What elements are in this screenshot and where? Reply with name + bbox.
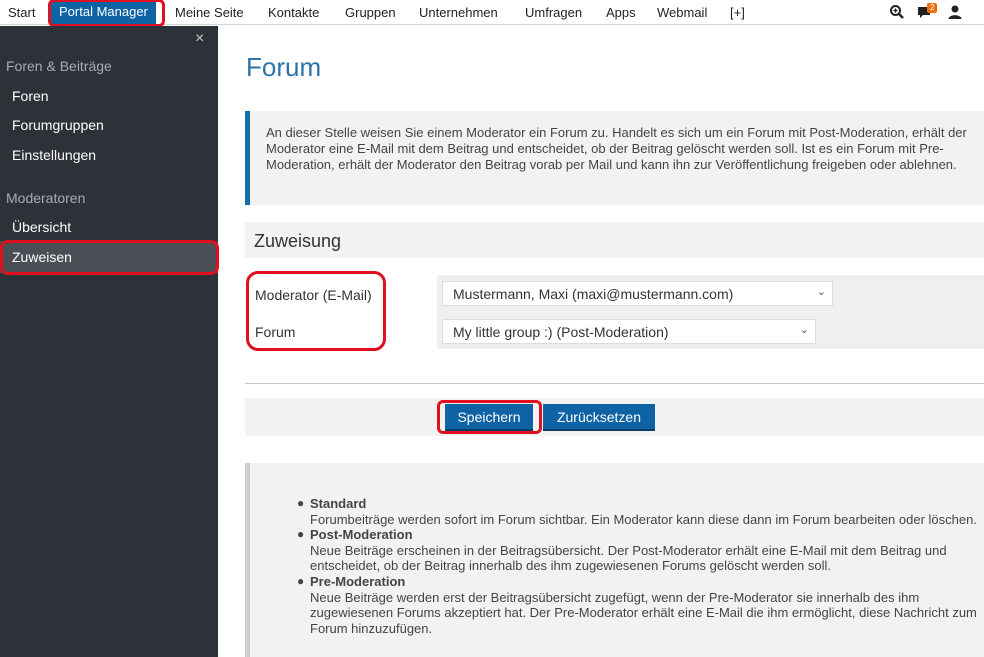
highlight-zuweisen (0, 240, 219, 275)
legend-term: Pre-Moderation (310, 573, 406, 589)
legend-list: ● Standard Forumbeiträge werden sofort i… (297, 496, 984, 636)
legend-text: Neue Beiträge werden erst der Beitragsüb… (310, 589, 977, 636)
moderator-select[interactable]: Mustermann, Maxi (maxi@mustermann.com) ⌄ (442, 281, 833, 306)
sidebar-item-einstellungen[interactable]: Einstellungen (12, 147, 96, 163)
highlight-save (437, 400, 542, 434)
legend-term: Post-Moderation (310, 527, 413, 543)
legend-box: ● Standard Forumbeiträge werden sofort i… (245, 463, 984, 657)
nav-more[interactable]: [+] (730, 0, 745, 25)
chevron-down-icon: ⌄ (816, 286, 826, 298)
list-item: ● Pre-Moderation Neue Beiträge werden er… (297, 573, 984, 636)
nav-unternehmen[interactable]: Unternehmen (419, 0, 498, 25)
moderator-select-value: Mustermann, Maxi (maxi@mustermann.com) (453, 286, 734, 302)
reset-button[interactable]: Zurücksetzen (543, 404, 655, 431)
close-icon[interactable]: × (195, 30, 204, 48)
legend-text: Neue Beiträge erscheinen in der Beitrags… (310, 542, 947, 574)
legend-text: Forumbeiträge werden sofort im Forum sic… (310, 511, 977, 527)
highlight-labels (246, 271, 386, 351)
nav-gruppen[interactable]: Gruppen (345, 0, 396, 25)
forum-select[interactable]: My little group :) (Post-Moderation) ⌄ (442, 319, 816, 344)
user-icon[interactable] (947, 4, 963, 20)
chevron-down-icon: ⌄ (799, 324, 809, 336)
nav-meine-seite[interactable]: Meine Seite (175, 0, 244, 25)
nav-umfragen[interactable]: Umfragen (525, 0, 582, 25)
list-item: ● Standard Forumbeiträge werden sofort i… (297, 496, 984, 527)
nav-apps[interactable]: Apps (606, 0, 636, 25)
sidebar-heading-foren: Foren & Beiträge (6, 58, 112, 74)
divider (245, 383, 984, 384)
bullet-icon: ● (297, 496, 305, 510)
sidebar: × Foren & Beiträge Foren Forumgruppen Ei… (0, 26, 218, 657)
section-title: Zuweisung (245, 222, 984, 258)
search-icon[interactable] (889, 4, 905, 20)
list-item: ● Post-Moderation Neue Beiträge erschein… (297, 527, 984, 574)
nav-start[interactable]: Start (8, 0, 35, 25)
bullet-icon: ● (297, 527, 305, 542)
forum-select-value: My little group :) (Post-Moderation) (453, 324, 669, 340)
legend-term: Standard (310, 496, 367, 511)
notification-badge: 2 (927, 3, 938, 13)
nav-webmail[interactable]: Webmail (657, 0, 707, 25)
highlight-portal-manager (48, 0, 165, 27)
info-box: An dieser Stelle weisen Sie einem Modera… (245, 111, 984, 205)
bullet-icon: ● (297, 573, 305, 588)
page-title: Forum (246, 52, 322, 82)
sidebar-heading-moderatoren: Moderatoren (6, 190, 86, 206)
sidebar-item-foren[interactable]: Foren (12, 88, 49, 104)
sidebar-item-uebersicht[interactable]: Übersicht (12, 219, 71, 235)
nav-kontakte[interactable]: Kontakte (268, 0, 319, 25)
sidebar-item-forumgruppen[interactable]: Forumgruppen (12, 117, 104, 133)
